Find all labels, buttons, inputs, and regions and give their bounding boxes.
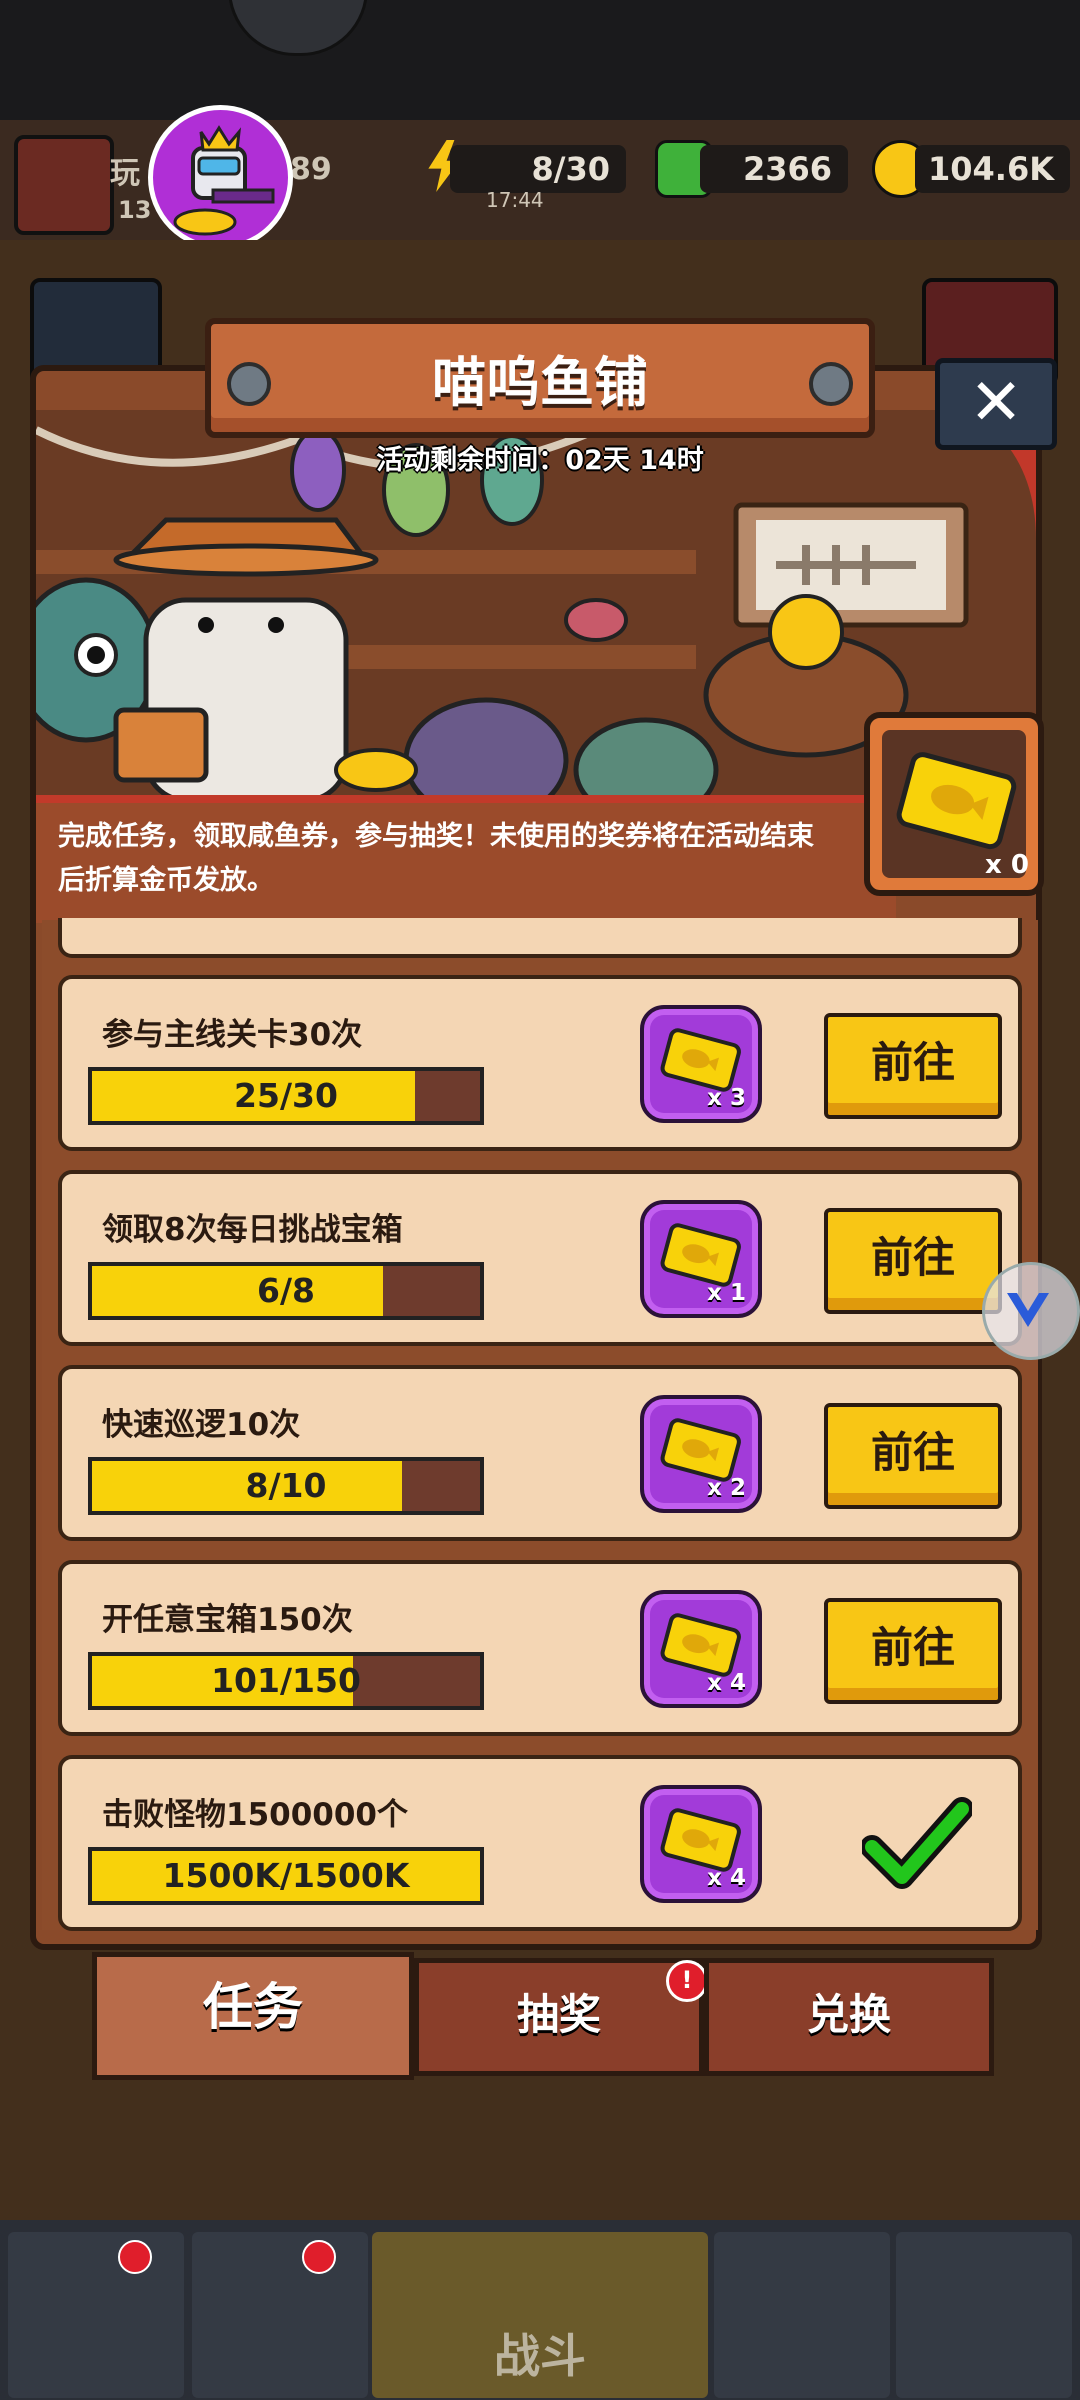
progress-text: 101/150 (211, 1661, 361, 1700)
tab-lottery[interactable]: 抽奖 (414, 1958, 704, 2076)
energy-timer: 17:44 (486, 188, 544, 212)
reward-ticket[interactable]: x 4 (640, 1590, 762, 1708)
progress-text: 6/8 (257, 1271, 315, 1310)
energy-counter[interactable]: 8/30 (450, 145, 626, 193)
player-extra-value: 89 (290, 152, 332, 187)
go-button[interactable]: 前往 (824, 1208, 1002, 1314)
task-progress-bar: 6/8 (88, 1262, 484, 1320)
reward-multiplier: x 1 (707, 1280, 746, 1306)
completed-check-icon (860, 1795, 974, 1895)
nav-equipment[interactable] (192, 2232, 368, 2398)
task-card: 击败怪物1500000个 1500K/1500K x 4 (58, 1755, 1022, 1931)
hero-avatar-icon (173, 125, 275, 236)
tab-tasks[interactable]: 任务 (92, 1952, 414, 2080)
reward-multiplier: x 4 (707, 1670, 746, 1696)
dialog-title: 喵呜鱼铺 (432, 351, 648, 414)
status-bar (0, 0, 1080, 120)
task-card: 快速巡逻10次 8/10 x 2 前往 (58, 1365, 1022, 1541)
tab-exchange[interactable]: 兑换 (704, 1958, 994, 2076)
task-title: 击败怪物1500000个 (102, 1797, 408, 1833)
v-logo-icon (1007, 1293, 1049, 1327)
task-title: 领取8次每日挑战宝箱 (102, 1212, 403, 1248)
avatar[interactable] (148, 105, 293, 250)
player-name: 玩 (110, 156, 140, 191)
progress-text: 25/30 (234, 1076, 338, 1115)
go-button[interactable]: 前往 (824, 1013, 1002, 1119)
task-title: 开任意宝箱150次 (102, 1602, 353, 1638)
coin-counter: 104.6K (915, 145, 1070, 193)
reward-ticket[interactable]: x 1 (640, 1200, 762, 1318)
floating-assistant-button[interactable] (982, 1262, 1080, 1360)
nav-equipment-alert-icon (302, 2240, 336, 2274)
task-title: 快速巡逻10次 (102, 1407, 301, 1443)
task-progress-bar: 8/10 (88, 1457, 484, 1515)
gem-counter: 2366 (700, 145, 848, 193)
event-description: 完成任务，领取咸鱼券，参与抽奖！未使用的奖券将在活动结束后折算金币发放。 (58, 821, 814, 896)
reward-ticket[interactable]: x 3 (640, 1005, 762, 1123)
notification-badge: ! (666, 1960, 708, 2002)
close-icon: ✕ (969, 366, 1023, 440)
task-progress-bar: 101/150 (88, 1652, 484, 1710)
event-time-remaining: 活动剩余时间：02天 14时 (376, 445, 704, 476)
task-card: 参与主线关卡30次 25/30 x 3 前往 (58, 975, 1022, 1151)
task-card: 领取8次每日挑战宝箱 6/8 x 1 前往 (58, 1170, 1022, 1346)
reward-ticket[interactable]: x 4 (640, 1785, 762, 1903)
reward-multiplier: x 2 (707, 1475, 746, 1501)
ticket-count: x 0 (985, 850, 1029, 880)
task-progress-bar: 25/30 (88, 1067, 484, 1125)
nav-evolution[interactable] (896, 2232, 1072, 2398)
player-level: 13 (118, 196, 152, 224)
progress-text: 8/10 (245, 1466, 327, 1505)
progress-text: 1500K/1500K (162, 1856, 410, 1895)
player-portrait[interactable] (14, 135, 114, 235)
go-button[interactable]: 前往 (824, 1598, 1002, 1704)
close-button[interactable]: ✕ (935, 358, 1057, 450)
task-list-edge (58, 918, 1022, 958)
task-progress-bar: 1500K/1500K (88, 1847, 484, 1905)
reward-ticket[interactable]: x 2 (640, 1395, 762, 1513)
nav-shop-alert-icon (118, 2240, 152, 2274)
battle-label: 战斗 (494, 2329, 586, 2383)
go-button[interactable]: 前往 (824, 1403, 1002, 1509)
task-card: 开任意宝箱150次 101/150 x 4 前往 (58, 1560, 1022, 1736)
nav-talent[interactable] (714, 2232, 890, 2398)
reward-multiplier: x 4 (707, 1865, 746, 1891)
nav-shop[interactable] (8, 2232, 184, 2398)
task-title: 参与主线关卡30次 (102, 1017, 363, 1053)
reward-multiplier: x 3 (707, 1085, 746, 1111)
